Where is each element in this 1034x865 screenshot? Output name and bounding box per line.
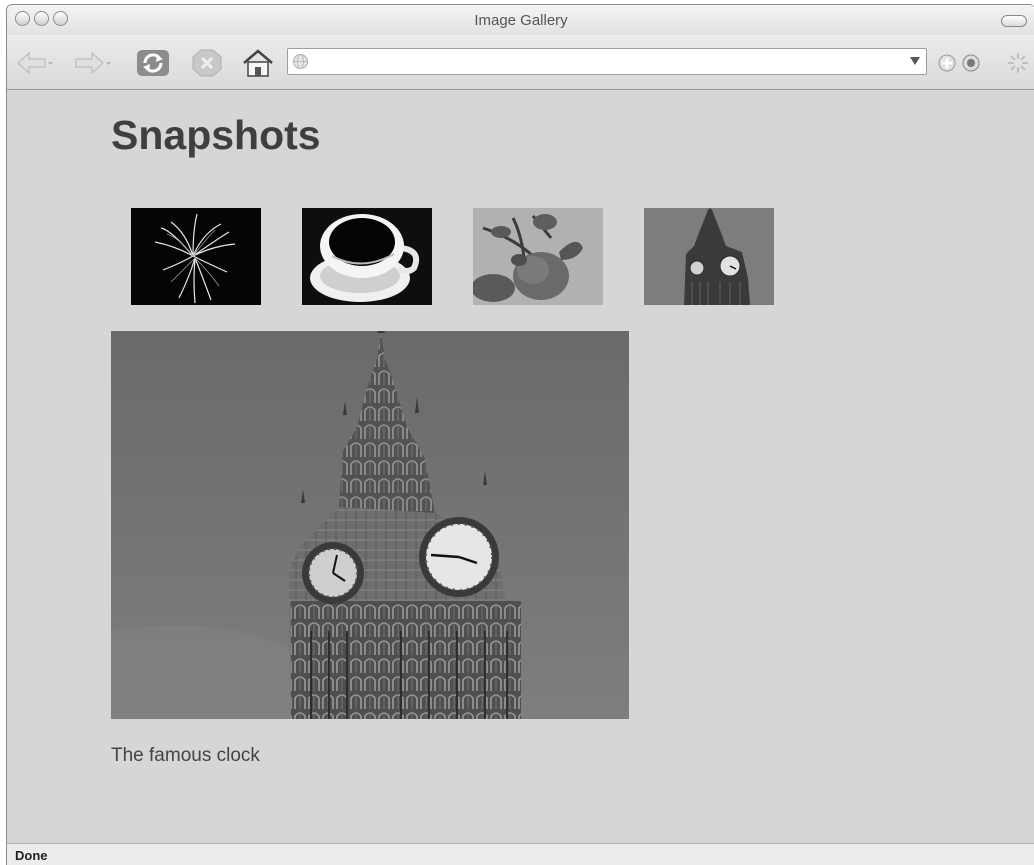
add-bookmark-icon — [938, 54, 956, 72]
globe-icon — [293, 54, 308, 69]
clock-tower-image — [644, 208, 774, 305]
status-text: Done — [15, 848, 48, 863]
add-bookmark-button[interactable] — [937, 49, 957, 77]
forward-button[interactable] — [73, 49, 113, 77]
coffee-cup-image — [302, 208, 432, 305]
main-image — [111, 325, 629, 719]
page-heading: Snapshots — [111, 112, 321, 158]
title-bar: Image Gallery — [7, 5, 1034, 35]
status-bar: Done — [7, 843, 1034, 865]
downloads-button[interactable] — [961, 49, 981, 77]
fireworks-image — [131, 208, 261, 305]
address-bar[interactable] — [287, 48, 927, 75]
navigation-toolbar — [7, 35, 1034, 90]
stop-button[interactable] — [189, 49, 225, 77]
thumbnail-fireworks[interactable] — [131, 208, 261, 305]
stop-icon — [192, 49, 222, 77]
browser-window: Image Gallery Snapshots The famous clock… — [6, 4, 1034, 865]
activity-spinner-icon — [1008, 53, 1028, 73]
back-button[interactable] — [15, 49, 55, 77]
reload-button[interactable] — [135, 49, 171, 77]
thumbnail-clock-tower[interactable] — [644, 208, 774, 305]
toolbar-toggle-button[interactable] — [1001, 15, 1027, 27]
home-button[interactable] — [241, 49, 275, 77]
image-caption: The famous clock — [111, 745, 260, 766]
url-history-dropdown-icon[interactable] — [910, 57, 920, 65]
home-icon — [243, 49, 273, 77]
downloads-icon — [962, 54, 980, 72]
reload-icon — [137, 50, 169, 76]
window-title: Image Gallery — [474, 12, 568, 29]
thumbnail-coffee-cup[interactable] — [302, 208, 432, 305]
activity-indicator — [1007, 49, 1029, 77]
page-content: Snapshots The famous clock — [7, 90, 1034, 843]
thumbnail-rose[interactable] — [473, 208, 603, 305]
forward-arrow-icon — [75, 51, 111, 75]
back-arrow-icon — [17, 51, 53, 75]
clock-tower-photo — [111, 325, 629, 719]
rose-image — [473, 208, 603, 305]
